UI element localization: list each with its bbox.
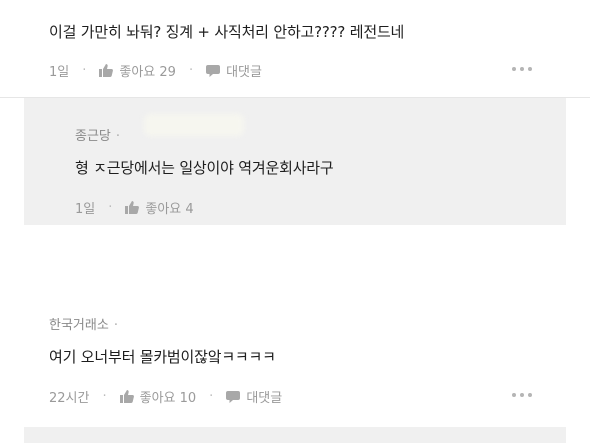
comment-text: 이걸 가만히 놔둬? 징계 + 사직처리 안하고???? 레전드네 xyxy=(49,23,405,41)
meta-separator: · xyxy=(188,63,194,78)
more-dots-icon[interactable] xyxy=(512,393,532,397)
like-button[interactable]: 좋아요 29 xyxy=(119,61,176,80)
blurred-badge xyxy=(144,114,244,136)
meta-separator: · xyxy=(209,389,214,404)
reply-item: 종근당 · 형 ㅈ근당에서는 일상이야 역겨운회사라구 1일 · 좋아요 4 xyxy=(24,98,566,225)
reply-author: 종근당 · xyxy=(75,129,121,144)
reply-meta: 1일 · 좋아요 4 xyxy=(75,198,194,217)
comment-item: 한국거래소 · 여기 오너부터 몰카범이잖앜ㅋㅋㅋㅋ 22시간 · 좋아요 10 … xyxy=(0,300,590,420)
thumbs-up-icon[interactable] xyxy=(99,64,114,77)
comment-item: 이걸 가만히 놔둬? 징계 + 사직처리 안하고???? 레전드네 1일 · 좋… xyxy=(0,0,590,98)
comment-meta: 1일 · 좋아요 29 · 대댓글 xyxy=(49,61,262,80)
comment-author: 한국거래소 · xyxy=(49,318,118,333)
like-button[interactable]: 좋아요 4 xyxy=(145,198,193,217)
comment-time: 1일 xyxy=(49,65,70,80)
comment-meta: 22시간 · 좋아요 10 · 대댓글 xyxy=(49,387,282,406)
speech-bubble-icon[interactable] xyxy=(206,64,221,77)
reply-button[interactable]: 대댓글 xyxy=(226,61,262,80)
reply-text: 형 ㅈ근당에서는 일상이야 역겨운회사라구 xyxy=(75,159,334,177)
next-reply-edge xyxy=(24,427,566,443)
meta-separator: · xyxy=(82,63,87,78)
speech-bubble-icon[interactable] xyxy=(226,390,241,403)
like-button[interactable]: 좋아요 10 xyxy=(140,387,197,406)
meta-separator: · xyxy=(108,200,113,215)
more-dots-icon[interactable] xyxy=(512,67,532,71)
comment-text: 여기 오너부터 몰카범이잖앜ㅋㅋㅋㅋ xyxy=(49,348,276,366)
thumbs-up-icon[interactable] xyxy=(119,390,134,403)
reply-button[interactable]: 대댓글 xyxy=(246,387,282,406)
reply-time: 1일 xyxy=(75,202,96,217)
thumbs-up-icon[interactable] xyxy=(125,201,140,214)
comment-time: 22시간 xyxy=(49,391,90,406)
meta-separator: · xyxy=(102,389,107,404)
